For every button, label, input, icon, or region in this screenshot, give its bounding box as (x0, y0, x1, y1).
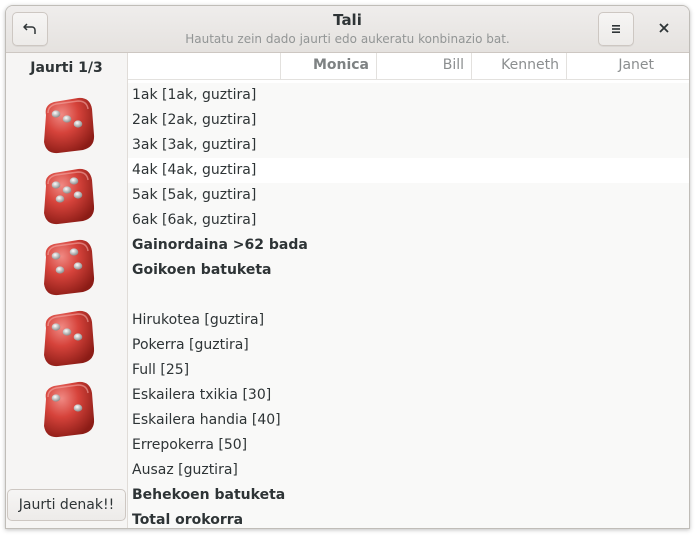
table-header: Monica Bill Kenneth Janet (128, 53, 689, 80)
score-category-row[interactable]: Errepokerra [50] (128, 433, 689, 458)
die-4[interactable] (36, 308, 98, 370)
die-pip (62, 328, 72, 336)
score-category-row[interactable]: 2ak [2ak, guztira] (128, 108, 689, 133)
player-column-header: Bill (376, 53, 471, 79)
hamburger-menu-icon (612, 25, 620, 33)
player-column-header: Janet (566, 53, 661, 79)
die-pip (69, 177, 79, 185)
window-subtitle: Hautatu zein dado jaurti edo aukeratu ko… (185, 32, 510, 46)
score-category-row[interactable]: Eskailera txikia [30] (128, 383, 689, 408)
die-pip (73, 120, 83, 128)
die-pip (62, 115, 72, 123)
die-3[interactable] (36, 237, 98, 299)
category-column-header (128, 53, 280, 79)
score-category-row[interactable]: Pokerra [guztira] (128, 333, 689, 358)
die-pip (69, 248, 79, 256)
die-pip (73, 262, 83, 270)
die-pip (51, 323, 61, 331)
die-pip (55, 266, 65, 274)
score-category-row[interactable]: Hirukotea [guztira] (128, 308, 689, 333)
close-icon (659, 23, 669, 33)
die-pip (51, 252, 61, 260)
die-2[interactable] (36, 166, 98, 228)
die-pip (51, 181, 61, 189)
score-category-row[interactable]: Goikoen batuketa (128, 258, 689, 283)
die-pip (73, 404, 83, 412)
player-column-header: Monica (280, 53, 376, 79)
die-5[interactable] (36, 379, 98, 441)
score-table: Monica Bill Kenneth Janet 1ak [1ak, guzt… (128, 53, 689, 528)
score-separator-row (128, 283, 689, 308)
close-button[interactable] (648, 12, 680, 44)
roll-counter: Jaurti 1/3 (30, 60, 103, 76)
app-window: Tali Hautatu zein dado jaurti edo aukera… (5, 5, 690, 529)
score-category-row[interactable]: 4ak [4ak, guztira] (128, 158, 689, 183)
score-category-row[interactable]: Ausaz [guztira] (128, 458, 689, 483)
die-pip (62, 186, 72, 194)
score-category-row[interactable]: 6ak [6ak, guztira] (128, 208, 689, 233)
dice-sidebar: Jaurti 1/3 Jaurti denak!! (6, 53, 128, 528)
menu-button[interactable] (598, 12, 634, 46)
die-pip (51, 394, 61, 402)
score-category-row[interactable]: Eskailera handia [40] (128, 408, 689, 433)
score-category-row[interactable]: Gainordaina >62 bada (128, 233, 689, 258)
score-category-row[interactable]: Behekoen batuketa (128, 483, 689, 508)
score-category-row[interactable]: 3ak [3ak, guztira] (128, 133, 689, 158)
header-bar: Tali Hautatu zein dado jaurti edo aukera… (6, 6, 689, 53)
score-category-row[interactable]: Total orokorra (128, 508, 689, 528)
score-category-row[interactable]: Full [25] (128, 358, 689, 383)
roll-all-button[interactable]: Jaurti denak!! (7, 489, 126, 521)
die-pip (73, 191, 83, 199)
score-category-row[interactable]: 5ak [5ak, guztira] (128, 183, 689, 208)
die-pip (51, 110, 61, 118)
die-1[interactable] (36, 95, 98, 157)
window-title: Tali (333, 11, 362, 29)
die-pip (55, 195, 65, 203)
die-pip (73, 333, 83, 341)
score-category-row[interactable]: 1ak [1ak, guztira] (128, 83, 689, 108)
player-column-header: Kenneth (471, 53, 566, 79)
